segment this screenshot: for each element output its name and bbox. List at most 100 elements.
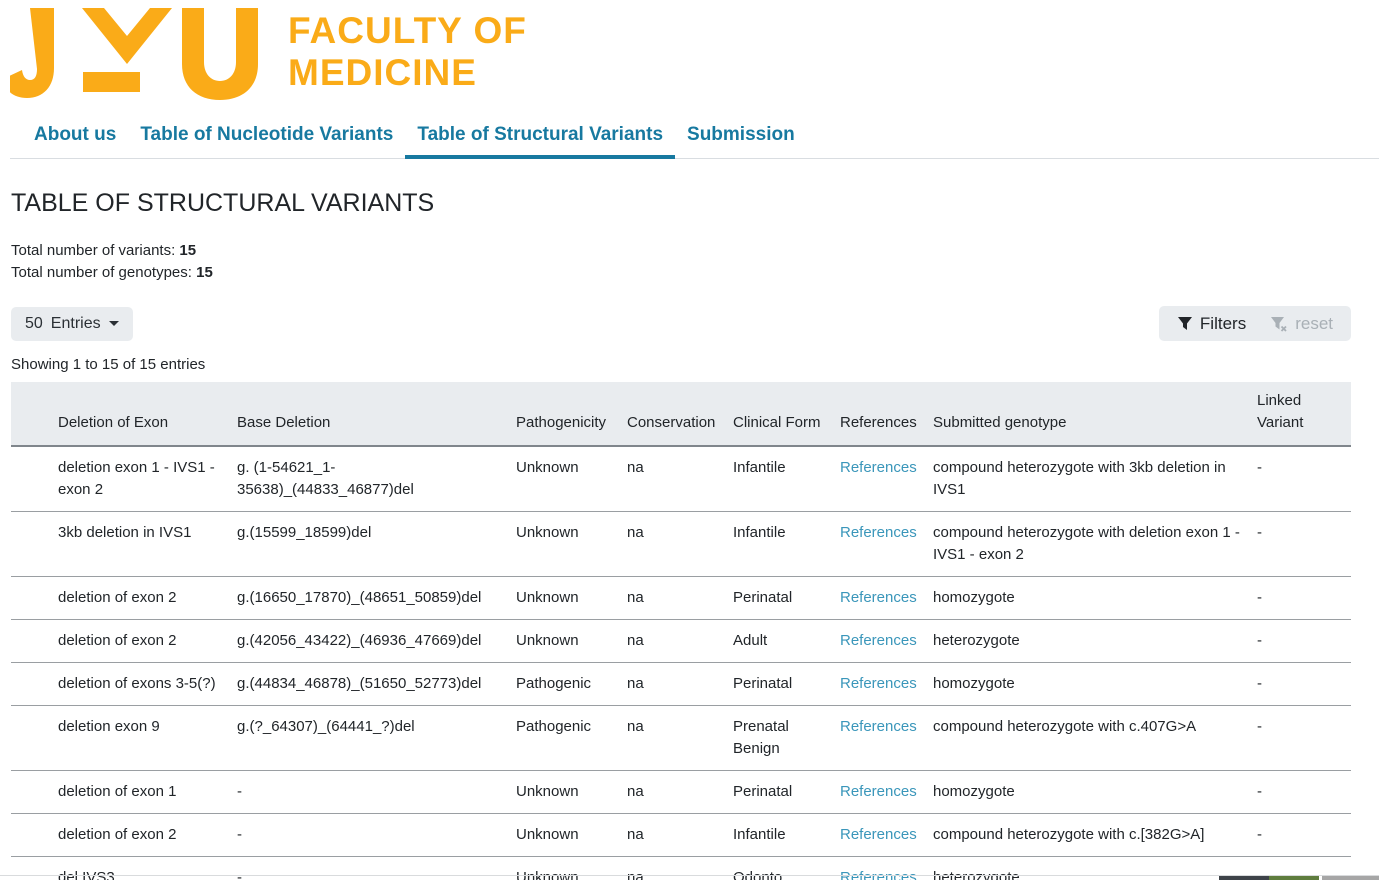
entries-per-page-dropdown[interactable]: 50 Entries xyxy=(11,307,133,341)
showing-entries-text: Showing 1 to 15 of 15 entries xyxy=(11,356,1351,373)
cell-conservation: na xyxy=(627,620,733,663)
totals-summary: Total number of variants: 15 Total numbe… xyxy=(11,240,1351,284)
cell-deletion-of-exon: deletion of exons 3-5(?) xyxy=(11,663,237,706)
cell-clinical-form: Odonto xyxy=(733,857,840,880)
cell-conservation: na xyxy=(627,706,733,771)
cell-conservation: na xyxy=(627,446,733,512)
cell-clinical-form: Infantile xyxy=(733,512,840,577)
references-link[interactable]: References xyxy=(840,524,917,541)
cell-linked-variant: - xyxy=(1257,771,1351,814)
cell-conservation: na xyxy=(627,512,733,577)
cell-references: References xyxy=(840,663,933,706)
cell-deletion-of-exon: deletion exon 1 - IVS1 - exon 2 xyxy=(11,446,237,512)
table-header: Deletion of Exon Base Deletion Pathogeni… xyxy=(11,382,1351,446)
cell-submitted-genotype: compound heterozygote with deletion exon… xyxy=(933,512,1257,577)
references-link[interactable]: References xyxy=(840,718,917,735)
variants-table-body: deletion exon 1 - IVS1 - exon 2 g. (1-54… xyxy=(11,446,1351,880)
references-link[interactable]: References xyxy=(840,675,917,692)
cell-deletion-of-exon: del IVS3 xyxy=(11,857,237,880)
references-link[interactable]: References xyxy=(840,632,917,649)
entries-count: 50 xyxy=(25,315,43,333)
cell-clinical-form: Adult xyxy=(733,620,840,663)
cell-base-deletion: - xyxy=(237,771,516,814)
table-row[interactable]: deletion of exons 3-5(?) g.(44834_46878)… xyxy=(11,663,1351,706)
cell-pathogenicity: Unknown xyxy=(516,577,627,620)
cell-references: References xyxy=(840,577,933,620)
column-header-pathogenicity[interactable]: Pathogenicity xyxy=(516,382,627,446)
cell-pathogenicity: Unknown xyxy=(516,620,627,663)
cell-submitted-genotype: homozygote xyxy=(933,771,1257,814)
nav-item-submission[interactable]: Submission xyxy=(675,116,807,158)
cell-base-deletion: - xyxy=(237,857,516,880)
table-row[interactable]: 3kb deletion in IVS1 g.(15599_18599)del … xyxy=(11,512,1351,577)
nav-item-structural-variants[interactable]: Table of Structural Variants xyxy=(405,116,675,158)
column-header-clinical-form[interactable]: Clinical Form xyxy=(733,382,840,446)
cell-references: References xyxy=(840,446,933,512)
cell-linked-variant: - xyxy=(1257,620,1351,663)
cell-references: References xyxy=(840,857,933,880)
table-row[interactable]: deletion exon 9 g.(?_64307)_(64441_?)del… xyxy=(11,706,1351,771)
references-link[interactable]: References xyxy=(840,783,917,800)
cell-deletion-of-exon: deletion of exon 2 xyxy=(11,620,237,663)
main-content: TABLE OF STRUCTURAL VARIANTS Total numbe… xyxy=(0,189,1351,880)
cell-clinical-form: Perinatal xyxy=(733,663,840,706)
references-link[interactable]: References xyxy=(840,589,917,606)
column-header-conservation[interactable]: Conservation xyxy=(627,382,733,446)
filters-button[interactable]: Filters xyxy=(1165,314,1258,334)
cell-deletion-of-exon: deletion exon 9 xyxy=(11,706,237,771)
nav-item-nucleotide-variants[interactable]: Table of Nucleotide Variants xyxy=(128,116,405,158)
total-variants-line: Total number of variants: 15 xyxy=(11,240,1351,262)
cell-linked-variant: - xyxy=(1257,706,1351,771)
cell-conservation: na xyxy=(627,771,733,814)
references-link[interactable]: References xyxy=(840,826,917,843)
table-row[interactable]: deletion of exon 1 - Unknown na Perinata… xyxy=(11,771,1351,814)
table-row[interactable]: deletion of exon 2 - Unknown na Infantil… xyxy=(11,814,1351,857)
cell-clinical-form: Perinatal xyxy=(733,771,840,814)
bottom-strip-green xyxy=(1269,876,1319,880)
entries-label: Entries xyxy=(51,315,101,333)
bottom-strip-dark xyxy=(1219,876,1269,880)
total-variants-count: 15 xyxy=(179,242,196,259)
column-header-base-deletion[interactable]: Base Deletion xyxy=(237,382,516,446)
references-link[interactable]: References xyxy=(840,459,917,476)
cell-deletion-of-exon: deletion of exon 2 xyxy=(11,814,237,857)
cell-references: References xyxy=(840,706,933,771)
table-row[interactable]: deletion of exon 2 g.(16650_17870)_(4865… xyxy=(11,577,1351,620)
cell-clinical-form: Perinatal xyxy=(733,577,840,620)
cell-submitted-genotype: heterozygote xyxy=(933,620,1257,663)
nav-item-about-us[interactable]: About us xyxy=(22,116,128,158)
cell-linked-variant: - xyxy=(1257,512,1351,577)
column-header-deletion-of-exon[interactable]: Deletion of Exon xyxy=(11,382,237,446)
cell-references: References xyxy=(840,512,933,577)
cell-clinical-form: Infantile xyxy=(733,446,840,512)
cell-submitted-genotype: homozygote xyxy=(933,577,1257,620)
bottom-divider xyxy=(0,875,1379,876)
jku-logo-icon xyxy=(10,8,258,100)
column-header-linked-variant[interactable]: Linked Variant xyxy=(1257,382,1351,446)
cell-linked-variant: - xyxy=(1257,446,1351,512)
page-title: TABLE OF STRUCTURAL VARIANTS xyxy=(11,189,1351,218)
cell-base-deletion: g.(16650_17870)_(48651_50859)del xyxy=(237,577,516,620)
cell-clinical-form: Infantile xyxy=(733,814,840,857)
faculty-of-medicine-wordmark: FACULTY OF MEDICINE xyxy=(288,10,527,94)
cell-conservation: na xyxy=(627,814,733,857)
column-header-references[interactable]: References xyxy=(840,382,933,446)
page-header: FACULTY OF MEDICINE About us Table of Nu… xyxy=(0,0,1379,159)
column-header-submitted-genotype[interactable]: Submitted genotype xyxy=(933,382,1257,446)
table-row[interactable]: deletion exon 1 - IVS1 - exon 2 g. (1-54… xyxy=(11,446,1351,512)
cell-linked-variant: - xyxy=(1257,663,1351,706)
cell-references: References xyxy=(840,771,933,814)
structural-variants-table: Deletion of Exon Base Deletion Pathogeni… xyxy=(11,382,1351,880)
cell-conservation: na xyxy=(627,663,733,706)
cell-deletion-of-exon: 3kb deletion in IVS1 xyxy=(11,512,237,577)
reset-filters-button[interactable]: reset xyxy=(1258,314,1345,334)
cell-clinical-form: Prenatal Benign xyxy=(733,706,840,771)
table-row[interactable]: deletion of exon 2 g.(42056_43422)_(4693… xyxy=(11,620,1351,663)
cell-submitted-genotype: homozygote xyxy=(933,663,1257,706)
cell-pathogenicity: Pathogenic xyxy=(516,663,627,706)
cell-submitted-genotype: heterozygote xyxy=(933,857,1257,880)
cell-linked-variant: - xyxy=(1257,814,1351,857)
table-row[interactable]: del IVS3 - Unknown na Odonto References … xyxy=(11,857,1351,880)
cell-base-deletion: g.(?_64307)_(64441_?)del xyxy=(237,706,516,771)
cell-pathogenicity: Unknown xyxy=(516,857,627,880)
